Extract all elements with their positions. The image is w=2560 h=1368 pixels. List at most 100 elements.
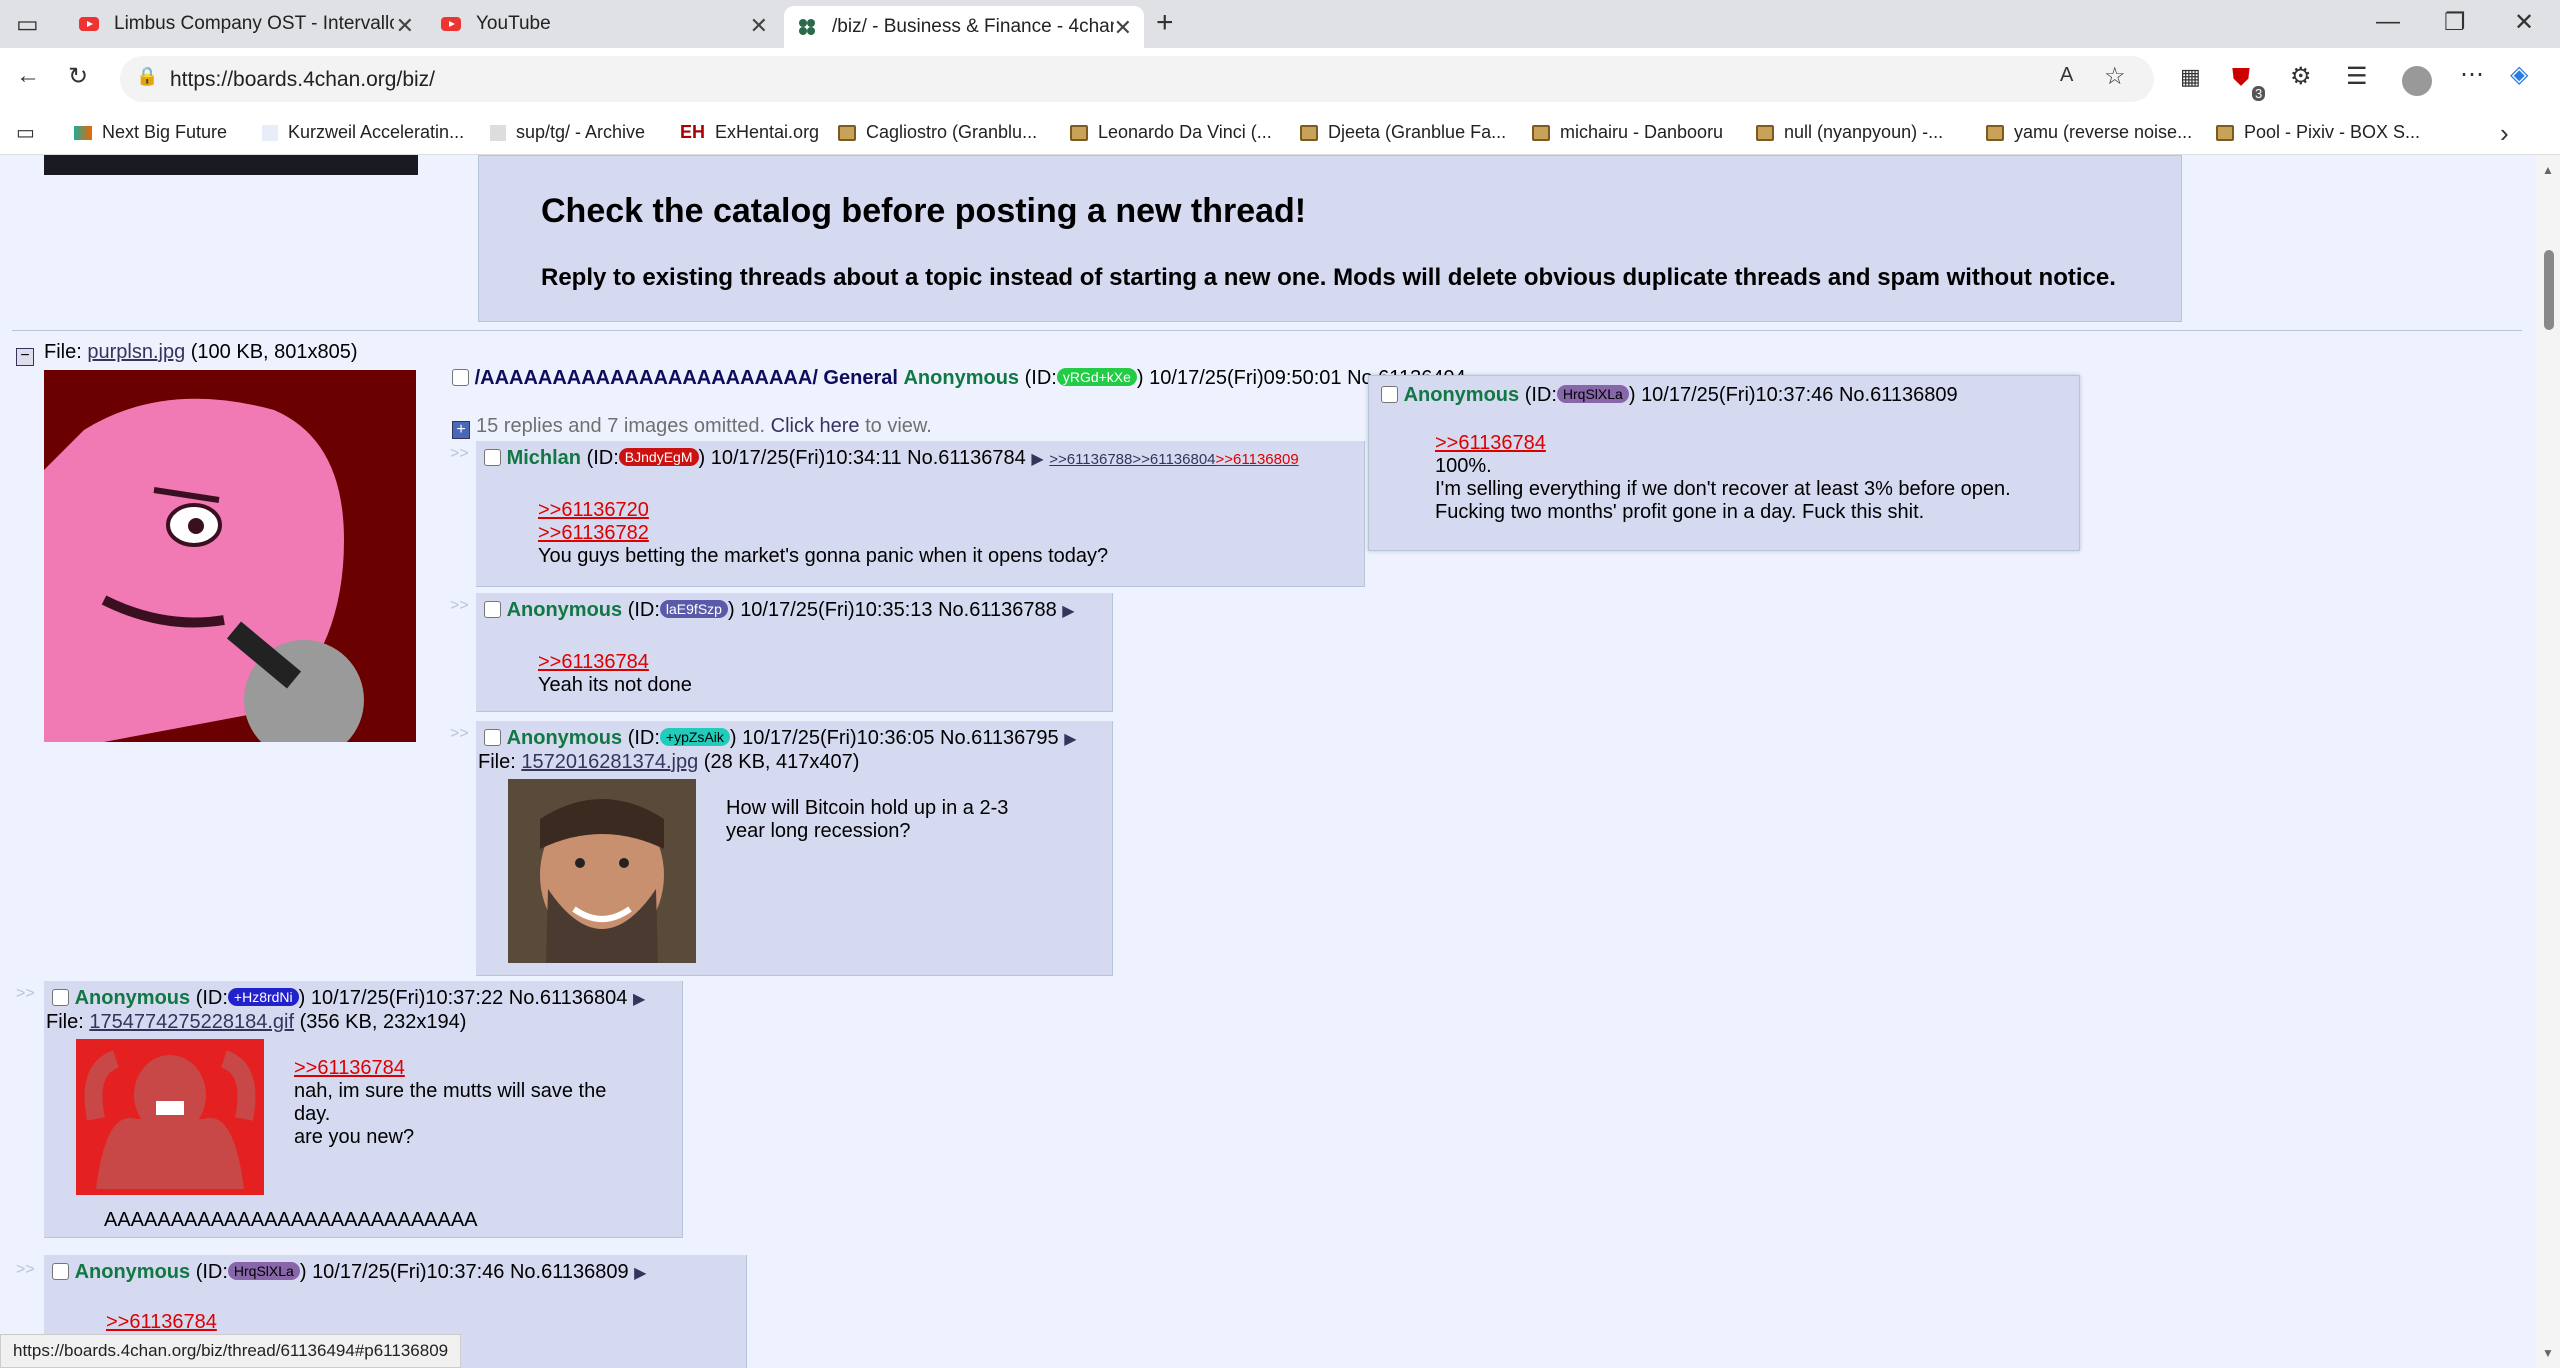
post-body: >>61136784 nah, im sure the mutts will s… xyxy=(294,1057,606,1149)
op-file-link[interactable]: purplsn.jpg xyxy=(87,341,185,363)
collections-icon[interactable]: ▭ xyxy=(16,120,35,145)
post-file-link[interactable]: 1754774275228184.gif xyxy=(89,1011,294,1033)
backlink[interactable]: >>61136788 xyxy=(1049,451,1132,468)
post-text: are you new? xyxy=(294,1126,415,1148)
more-icon[interactable]: ⋯ xyxy=(2460,60,2484,89)
favorites-icon[interactable]: ☰ xyxy=(2346,62,2368,91)
restore-icon[interactable]: ❐ xyxy=(2444,8,2466,37)
quote-link[interactable]: >>61136784 xyxy=(294,1057,606,1080)
back-icon[interactable]: ← xyxy=(16,62,40,90)
post-menu-icon[interactable]: ▶ xyxy=(1031,451,1043,468)
post-number[interactable]: No.61136804 xyxy=(509,987,628,1009)
sideArrows: >> xyxy=(450,597,469,614)
file-label: File: xyxy=(44,341,82,363)
op-subject: /AAAAAAAAAAAAAAAAAAAAAAA/ General xyxy=(474,367,898,389)
previous-thread-image[interactable] xyxy=(44,155,418,175)
expand-icon[interactable]: + xyxy=(452,421,470,439)
to-view-text: to view. xyxy=(865,415,932,437)
post-number[interactable]: No.61136788 xyxy=(938,599,1057,621)
post-number[interactable]: No.61136784 xyxy=(907,447,1026,469)
post-text: How will Bitcoin hold up in a 2-3 xyxy=(726,797,1009,819)
post-checkbox[interactable] xyxy=(52,989,69,1006)
favorite-star-icon[interactable]: ☆ xyxy=(2104,62,2126,91)
bookmark-item[interactable]: michairu - Danbooru xyxy=(1532,122,1723,143)
qr-icon[interactable]: ▦ xyxy=(2180,64,2201,90)
close-tab-icon[interactable]: ✕ xyxy=(750,13,768,39)
id-suffix: ) xyxy=(1136,367,1144,389)
bookmark-item[interactable]: EH ExHentai.org xyxy=(680,122,819,143)
bookmark-item[interactable]: Djeeta (Granblue Fa... xyxy=(1300,122,1506,143)
post-menu-icon[interactable]: ▶ xyxy=(633,991,645,1008)
bookmark-icon xyxy=(1300,124,1318,141)
close-tab-icon[interactable]: ✕ xyxy=(396,13,414,39)
extensions-icon[interactable]: ⚙ xyxy=(2290,62,2312,91)
scrollbar[interactable]: ▲ ▼ xyxy=(2536,155,2560,1368)
tab-biz[interactable]: /biz/ - Business & Finance - 4chan ✕ xyxy=(784,6,1144,48)
bookmark-item[interactable]: yamu (reverse noise... xyxy=(1986,122,2192,143)
post-body: How will Bitcoin hold up in a 2-3 year l… xyxy=(726,797,1008,843)
tab-youtube[interactable]: YouTube ✕ xyxy=(428,4,780,44)
sideArrows: >> xyxy=(16,985,35,1002)
post-id-badge[interactable]: +Hz8rdNi xyxy=(227,988,299,1006)
post-id-badge[interactable]: HrqSlXLa xyxy=(227,1262,300,1280)
post-checkbox[interactable] xyxy=(484,449,501,466)
preview-postno[interactable]: No.61136809 xyxy=(1839,384,1958,406)
avatar[interactable] xyxy=(2402,66,2432,96)
post-menu-icon[interactable]: ▶ xyxy=(1064,731,1076,748)
click-here-link[interactable]: Click here xyxy=(771,415,860,437)
bookmark-item[interactable]: Next Big Future xyxy=(74,122,227,143)
chevron-right-icon[interactable]: › xyxy=(2500,118,2509,149)
bookmark-item[interactable]: Leonardo Da Vinci (... xyxy=(1070,122,1272,143)
post-image[interactable] xyxy=(508,779,696,963)
post-checkbox[interactable] xyxy=(484,601,501,618)
close-window-icon[interactable]: ✕ xyxy=(2514,8,2534,37)
read-aloud-icon[interactable]: A xyxy=(2060,64,2073,87)
bookmark-icon xyxy=(1532,124,1550,141)
preview-id-badge[interactable]: HrqSlXLa xyxy=(1556,385,1629,403)
tab-actions-icon[interactable]: ▭ xyxy=(16,10,39,39)
collapse-icon[interactable]: − xyxy=(16,348,34,366)
op-id-badge[interactable]: yRGd+kXe xyxy=(1056,368,1137,386)
minimize-icon[interactable]: — xyxy=(2376,8,2400,36)
refresh-icon[interactable]: ↻ xyxy=(68,62,88,91)
backlink[interactable]: >>61136804 xyxy=(1132,451,1215,468)
ublock-icon[interactable]: ⛊ xyxy=(2232,64,2250,92)
post-number[interactable]: No.61136809 xyxy=(510,1261,629,1283)
bookmark-item[interactable]: Kurzweil Acceleratin... xyxy=(262,122,464,143)
op-image[interactable] xyxy=(44,370,416,742)
close-tab-icon[interactable]: ✕ xyxy=(1114,15,1132,41)
post-id-badge[interactable]: +ypZsAik xyxy=(659,728,730,746)
copilot-icon[interactable]: ◈ xyxy=(2510,60,2528,89)
quote-link[interactable]: >>61136784 xyxy=(1435,432,2011,455)
scroll-down-icon[interactable]: ▼ xyxy=(2542,1346,2554,1360)
post-number[interactable]: No.61136795 xyxy=(940,727,1059,749)
scrollbar-thumb[interactable] xyxy=(2544,250,2554,330)
bookmark-item[interactable]: Cagliostro (Granblu... xyxy=(838,122,1037,143)
bookmark-item[interactable]: sup/tg/ - Archive xyxy=(490,122,645,143)
quote-link[interactable]: >>61136720 xyxy=(538,499,1108,522)
bookmark-item[interactable]: Pool - Pixiv - BOX S... xyxy=(2216,122,2420,143)
tab-title: YouTube xyxy=(476,13,551,34)
post-image[interactable] xyxy=(76,1039,264,1195)
post-checkbox[interactable] xyxy=(52,1263,69,1280)
post-header: Anonymous (ID: +Hz8rdNi) 10/17/25(Fri)10:… xyxy=(52,987,645,1010)
post-file-link[interactable]: 1572016281374.jpg xyxy=(521,751,698,773)
quote-link[interactable]: >>61136782 xyxy=(538,522,1108,545)
scroll-up-icon[interactable]: ▲ xyxy=(2542,163,2554,177)
post-menu-icon[interactable]: ▶ xyxy=(634,1265,646,1282)
new-tab-icon[interactable]: + xyxy=(1156,6,1174,40)
address-bar[interactable]: 🔒 https://boards.4chan.org/biz/ A ☆ xyxy=(120,56,2154,102)
quote-link[interactable]: >>61136784 xyxy=(106,1311,217,1334)
bookmark-item[interactable]: null (nyanpyoun) -... xyxy=(1756,122,1943,143)
op-checkbox[interactable] xyxy=(452,369,469,386)
post-menu-icon[interactable]: ▶ xyxy=(1062,603,1074,620)
quote-link[interactable]: >>61136784 xyxy=(538,651,692,674)
sideArrows: >> xyxy=(450,445,469,462)
tab-limbus[interactable]: Limbus Company OST - Intervallo ✕ xyxy=(66,4,426,44)
backlink[interactable]: >>61136809 xyxy=(1216,451,1299,468)
tab-bar: ▭ Limbus Company OST - Intervallo ✕ YouT… xyxy=(0,0,2560,48)
preview-checkbox[interactable] xyxy=(1381,386,1398,403)
post-checkbox[interactable] xyxy=(484,729,501,746)
post-id-badge[interactable]: laE9fSzp xyxy=(659,600,728,618)
post-id-badge[interactable]: BJndyEgM xyxy=(618,448,699,466)
